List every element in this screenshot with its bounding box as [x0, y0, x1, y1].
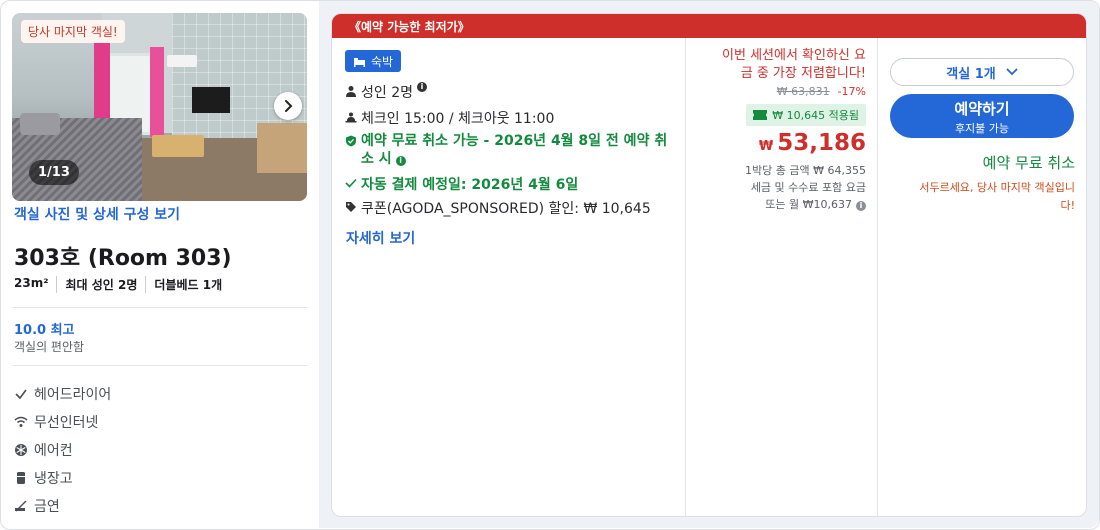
tag-icon [346, 202, 356, 212]
stay-type-tag: 숙박 [345, 50, 402, 72]
wifi-icon [14, 416, 28, 427]
book-button[interactable]: 예약하기 후지불 가능 [890, 94, 1074, 138]
next-photo-button[interactable] [274, 92, 302, 120]
feature-free-cancel: 예약 무료 취소 가능 - 2026년 4월 8일 전 예약 취소 시i [345, 132, 675, 168]
amenity-item: 무선인터넷 [14, 412, 98, 432]
chevron-down-icon [1006, 68, 1018, 76]
divider [13, 365, 307, 366]
price-amount: 53,186 [777, 130, 866, 156]
feature-checkin: 체크인 15:00 / 체크아웃 11:00 [345, 108, 554, 128]
price-details: 1박당 총 금액 ₩ 64,355 세금 및 수수료 포함 요금 또는 월 ₩1… [745, 164, 866, 211]
coupon-applied-badge: ₩ 10,645 적용됨 [746, 104, 866, 126]
fridge-icon [17, 472, 25, 484]
info-icon[interactable]: i [856, 201, 866, 211]
room-quantity-select[interactable]: 객실 1개 [890, 58, 1074, 86]
chevron-right-icon [285, 100, 293, 112]
comfort-score-label: 객실의 편안함 [14, 340, 85, 354]
discount-percent: -17% [837, 85, 866, 98]
view-photos-link[interactable]: 객실 사진 및 상세 구성 보기 [14, 204, 180, 224]
final-price: ₩53,186 [759, 130, 866, 156]
checkmark-icon [345, 178, 357, 188]
shield-check-icon [346, 135, 356, 147]
free-cancel-label: 예약 무료 취소 [982, 154, 1075, 172]
comfort-score: 10.0 최고 [14, 323, 75, 338]
bellhop-icon [345, 112, 357, 123]
checkmark-icon [15, 389, 27, 400]
original-price-row: ₩ 63,831 -17% [777, 85, 866, 98]
column-divider [877, 38, 878, 516]
more-details-link[interactable]: 자세히 보기 [346, 228, 415, 248]
amenity-item: 냉장고 [14, 468, 73, 488]
room-size: 23m² [14, 276, 49, 290]
column-divider [685, 38, 686, 516]
amenity-item: 헤어드라이어 [14, 384, 111, 404]
info-icon[interactable]: i [395, 156, 406, 166]
offer-card: 《예약 가능한 최저가》 숙박 성인 2명 i 체크인 15:00 / 체크아웃 … [331, 13, 1087, 517]
last-room-badge: 당사 마지막 객실! [21, 20, 125, 43]
no-smoking-icon [15, 500, 27, 512]
amenity-item: 금연 [14, 496, 60, 516]
original-price: ₩ 63,831 [776, 85, 830, 98]
photo-counter: 1/13 [29, 160, 79, 185]
room-specs: 23m² 최대 성인 2명 더블베드 1개 [14, 276, 230, 293]
room-photo[interactable]: 당사 마지막 객실! 1/13 [12, 13, 307, 201]
divider [13, 307, 307, 308]
room-name: 303호 (Room 303) [14, 246, 232, 271]
last-room-warning: 서두르세요, 당사 마지막 객실입니 다! [919, 181, 1075, 212]
offer-header: 《예약 가능한 최저가》 [332, 14, 1086, 38]
feature-guests: 성인 2명 i [345, 82, 427, 102]
currency-symbol: ₩ [758, 139, 774, 154]
bed-type: 더블베드 1개 [145, 276, 230, 293]
bed-icon [354, 57, 365, 67]
max-occupancy: 최대 성인 2명 [56, 276, 145, 293]
snowflake-icon [15, 444, 27, 456]
feature-auto-pay: 자동 결제 예정일: 2026년 4월 6일 [345, 174, 578, 194]
info-icon[interactable]: i [417, 82, 427, 92]
feature-coupon: 쿠폰(AGODA_SPONSORED) 할인: ₩ 10,645 [345, 198, 651, 218]
person-icon [346, 86, 356, 97]
ticket-icon [753, 110, 768, 120]
best-price-message: 이번 세션에서 확인하신 요 금 중 가장 저렴합니다! [722, 48, 866, 81]
amenity-item: 에어컨 [14, 440, 73, 460]
